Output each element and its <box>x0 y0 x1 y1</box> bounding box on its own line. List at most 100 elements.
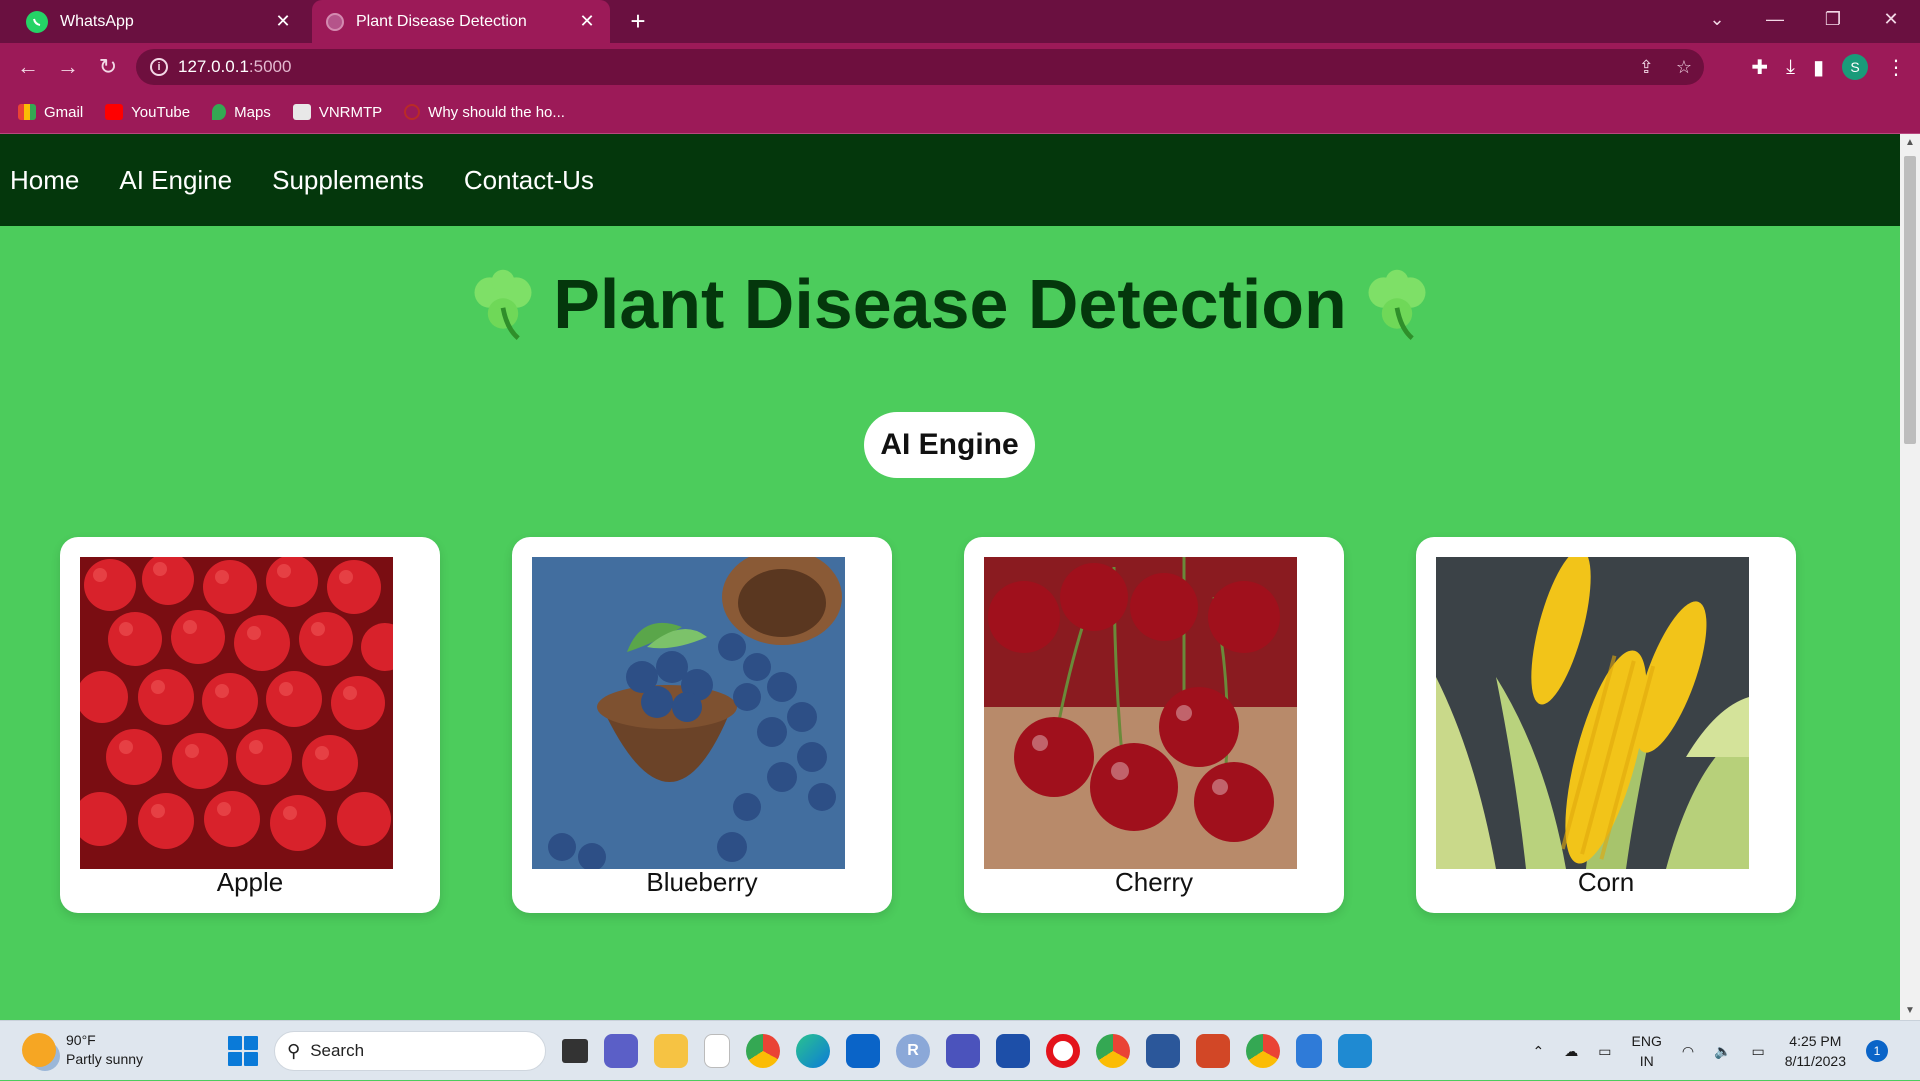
lang-code: ENG <box>1631 1033 1662 1049</box>
windows-start-icon[interactable] <box>228 1036 258 1066</box>
bookmark-label: YouTube <box>131 103 191 121</box>
notepad-icon[interactable] <box>1296 1034 1322 1068</box>
youtube-icon <box>105 104 124 120</box>
clock[interactable]: 4:25 PM 8/11/2023 <box>1785 1031 1846 1071</box>
page-title-block: Plant Disease Detection <box>465 264 1435 344</box>
whatsapp-icon <box>26 10 48 33</box>
nav-contact-us[interactable]: Contact-Us <box>464 165 594 196</box>
bookmark-gmail[interactable]: Gmail <box>18 104 83 121</box>
download-icon[interactable]: ⤓ <box>1786 56 1795 79</box>
close-icon[interactable]: ✕ <box>576 10 598 32</box>
wifi-icon[interactable]: ◠ <box>1682 1043 1694 1060</box>
vscode-icon[interactable] <box>1338 1034 1372 1068</box>
language-indicator[interactable]: ENG IN <box>1632 1031 1662 1071</box>
page-viewport: Home AI Engine Supplements Contact-Us Pl… <box>0 134 1920 1020</box>
page-scrollbar[interactable]: ▲ ▼ <box>1900 134 1920 1020</box>
bookmarks-bar: Gmail YouTube Maps VNRMTP Why should the… <box>0 91 1920 134</box>
tab-title: Plant Disease Detection <box>356 12 527 30</box>
reload-icon[interactable]: ↻ <box>92 51 124 83</box>
task-view-icon[interactable] <box>562 1039 588 1063</box>
word-icon[interactable] <box>1146 1034 1180 1068</box>
address-bar[interactable]: i 127.0.0.1:5000 ⇪ ☆ <box>136 49 1704 85</box>
tab-plant-disease-detection[interactable]: Plant Disease Detection ✕ <box>312 0 610 43</box>
display-icon[interactable]: ▭ <box>1598 1043 1611 1060</box>
taskbar-search[interactable]: ⚲ Search <box>274 1031 546 1071</box>
tab-title: WhatsApp <box>60 12 134 30</box>
share-icon[interactable]: ⇪ <box>1639 57 1654 78</box>
page-title: Plant Disease Detection <box>553 265 1347 343</box>
notepad-file-icon[interactable] <box>704 1034 730 1068</box>
forward-icon[interactable]: → <box>52 51 84 83</box>
store-icon[interactable] <box>996 1034 1030 1068</box>
crop-label: Apple <box>216 867 284 897</box>
window-controls: ⌄ — ❐ ✕ <box>1688 0 1920 43</box>
quora-icon <box>404 104 421 120</box>
bookmark-star-icon[interactable]: ☆ <box>1676 57 1692 78</box>
file-explorer-icon[interactable] <box>654 1034 688 1068</box>
r-icon[interactable]: R <box>896 1034 930 1068</box>
new-tab-icon[interactable]: + <box>622 6 654 38</box>
chrome-profile-icon[interactable] <box>1096 1034 1130 1068</box>
opera-icon[interactable] <box>1046 1034 1080 1068</box>
maps-icon <box>212 104 227 120</box>
bookmark-maps[interactable]: Maps <box>212 104 271 121</box>
battery-icon[interactable]: ▭ <box>1752 1043 1765 1060</box>
bookmark-youtube[interactable]: YouTube <box>105 104 190 121</box>
bookmark-label: Why should the ho... <box>428 103 565 121</box>
extensions-icon[interactable]: ✚ <box>1751 55 1768 80</box>
weather-temp: 90°F <box>66 1032 96 1048</box>
gmail-icon <box>18 104 36 120</box>
window-close-icon[interactable]: ✕ <box>1862 0 1920 40</box>
restore-icon[interactable]: ❐ <box>1804 0 1862 40</box>
globe-icon <box>326 12 344 31</box>
powerpoint-icon[interactable] <box>1196 1034 1230 1068</box>
onedrive-icon[interactable]: ☁ <box>1564 1043 1578 1060</box>
crop-cards: Apple Blueberry Cherry Corn <box>0 537 1900 917</box>
nav-ai-engine[interactable]: AI Engine <box>119 165 232 196</box>
scroll-up-icon[interactable]: ▲ <box>1900 134 1920 152</box>
crop-card-apple[interactable]: Apple <box>60 537 440 913</box>
crop-card-cherry[interactable]: Cherry <box>964 537 1344 913</box>
taskbar: 90°F Partly sunny ⚲ Search R ⌃ ☁ ▭ ENG I… <box>0 1020 1920 1080</box>
site-navbar: Home AI Engine Supplements Contact-Us <box>0 134 1900 226</box>
search-placeholder: Search <box>310 1041 365 1060</box>
tab-search-icon[interactable]: ⌄ <box>1688 0 1746 40</box>
site-info-icon[interactable]: i <box>150 58 168 76</box>
ai-engine-button[interactable]: AI Engine <box>864 412 1035 478</box>
chrome-active-icon[interactable] <box>1246 1034 1280 1068</box>
scroll-thumb[interactable] <box>1904 156 1916 444</box>
search-icon: ⚲ <box>287 1040 301 1061</box>
scroll-down-icon[interactable]: ▼ <box>1900 1002 1920 1020</box>
notification-badge[interactable]: 1 <box>1866 1040 1888 1062</box>
nav-home[interactable]: Home <box>10 165 79 196</box>
partly-sunny-icon <box>22 1033 56 1067</box>
tab-whatsapp[interactable]: WhatsApp ✕ <box>16 0 306 43</box>
cherry-image <box>984 557 1297 869</box>
page-icon <box>292 104 311 120</box>
back-icon[interactable]: ← <box>12 51 44 83</box>
chrome-icon[interactable] <box>746 1034 780 1068</box>
browser-toolbar: ← → ↻ i 127.0.0.1:5000 ⇪ ☆ ✚ ⤓ ▮ S ⋮ <box>0 43 1920 91</box>
blueberry-image <box>532 557 845 869</box>
side-panel-icon[interactable]: ▮ <box>1813 55 1824 80</box>
edge-icon[interactable] <box>796 1034 830 1068</box>
minimize-icon[interactable]: — <box>1746 0 1804 40</box>
taskbar-apps: ⚲ Search R <box>228 1021 1372 1081</box>
bookmark-vnrmtp[interactable]: VNRMTP <box>292 104 382 121</box>
url-text: 127.0.0.1:5000 <box>178 57 292 76</box>
clock-time: 4:25 PM <box>1789 1033 1842 1049</box>
menu-icon[interactable]: ⋮ <box>1886 55 1906 80</box>
weather-widget[interactable]: 90°F Partly sunny <box>22 1031 143 1069</box>
meet-icon[interactable] <box>604 1034 638 1068</box>
profile-avatar[interactable]: S <box>1842 54 1868 80</box>
crop-card-blueberry[interactable]: Blueberry <box>512 537 892 913</box>
teams-icon[interactable] <box>946 1034 980 1068</box>
bookmark-why-should[interactable]: Why should the ho... <box>404 104 565 121</box>
crop-card-corn[interactable]: Corn <box>1416 537 1796 913</box>
close-icon[interactable]: ✕ <box>272 10 294 32</box>
chevron-up-icon[interactable]: ⌃ <box>1533 1043 1545 1060</box>
mail-icon[interactable] <box>846 1034 880 1068</box>
nav-supplements[interactable]: Supplements <box>272 165 424 196</box>
system-tray: ⌃ ☁ ▭ ENG IN ◠ 🔈 ▭ 4:25 PM 8/11/2023 1 <box>1533 1021 1888 1081</box>
volume-icon[interactable]: 🔈 <box>1714 1043 1731 1060</box>
